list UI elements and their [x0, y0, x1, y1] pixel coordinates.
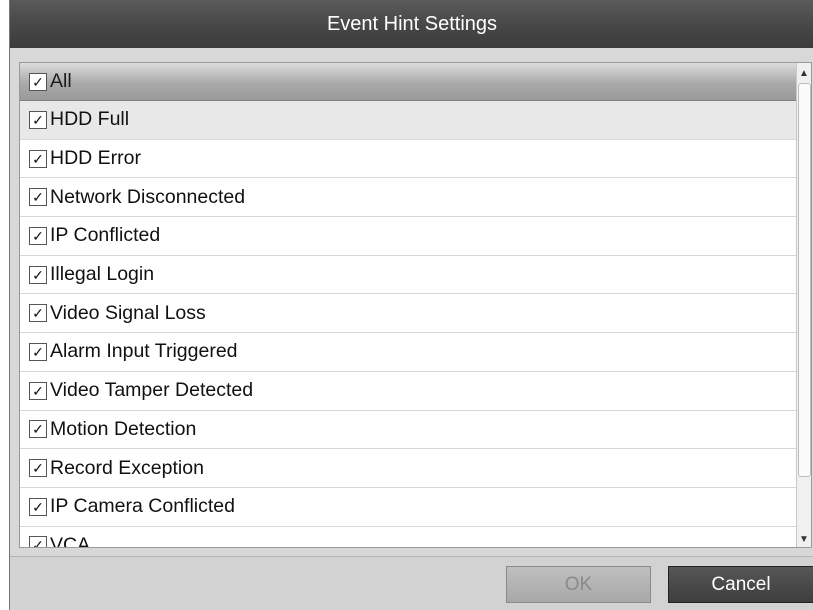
select-all-checkbox[interactable]: ✓	[29, 72, 47, 91]
dialog-footer: OK Cancel	[10, 556, 813, 610]
check-icon: ✓	[32, 382, 44, 399]
vertical-scrollbar[interactable]: ▲ ▼	[796, 63, 811, 547]
list-item-record-exception[interactable]: ✓ Record Exception	[20, 449, 797, 488]
list-item-hdd-full[interactable]: ✓ HDD Full	[20, 101, 797, 140]
check-icon: ✓	[32, 189, 44, 206]
checkbox[interactable]: ✓	[29, 342, 47, 361]
event-hint-dialog: Event Hint Settings ✓ All ✓ HDD Full ✓ H…	[9, 0, 813, 610]
list-item-label: HDD Full	[50, 108, 130, 131]
scroll-up-icon[interactable]: ▲	[797, 65, 811, 81]
checkbox[interactable]: ✓	[29, 381, 47, 400]
list-item-video-signal-loss[interactable]: ✓ Video Signal Loss	[20, 294, 797, 334]
checkbox[interactable]: ✓	[29, 420, 47, 439]
event-list[interactable]: ✓ All ✓ HDD Full ✓ HDD Error ✓ Network D…	[20, 63, 797, 547]
list-item-alarm-input-triggered[interactable]: ✓ Alarm Input Triggered	[20, 333, 797, 372]
select-all-row[interactable]: ✓ All	[20, 63, 797, 101]
list-item-label: Illegal Login	[50, 263, 155, 286]
list-item-ip-camera-conflicted[interactable]: ✓ IP Camera Conflicted	[20, 488, 797, 527]
ok-button[interactable]: OK	[506, 566, 651, 603]
check-icon: ✓	[32, 498, 44, 515]
checkbox[interactable]: ✓	[29, 304, 47, 323]
list-item-illegal-login[interactable]: ✓ Illegal Login	[20, 256, 797, 295]
list-item-video-tamper-detected[interactable]: ✓ Video Tamper Detected	[20, 372, 797, 411]
cancel-button[interactable]: Cancel	[668, 566, 813, 603]
scrollbar-thumb[interactable]	[798, 83, 811, 477]
check-icon: ✓	[32, 150, 44, 167]
event-list-frame: ✓ All ✓ HDD Full ✓ HDD Error ✓ Network D…	[19, 62, 812, 548]
dialog-title: Event Hint Settings	[10, 0, 813, 48]
list-item-label: IP Camera Conflicted	[50, 495, 235, 518]
checkbox[interactable]: ✓	[29, 149, 47, 168]
checkbox[interactable]: ✓	[29, 265, 47, 284]
check-icon: ✓	[32, 460, 44, 477]
check-icon: ✓	[32, 537, 44, 547]
list-item-label: Alarm Input Triggered	[50, 340, 238, 363]
select-all-label: All	[50, 70, 72, 92]
list-item-label: Motion Detection	[50, 417, 197, 440]
checkbox[interactable]: ✓	[29, 497, 47, 516]
check-icon: ✓	[32, 227, 44, 244]
check-icon: ✓	[32, 421, 44, 438]
list-item-label: Network Disconnected	[50, 185, 246, 208]
list-item-label: IP Conflicted	[50, 224, 161, 247]
check-icon: ✓	[32, 111, 44, 128]
list-item-network-disconnected[interactable]: ✓ Network Disconnected	[20, 178, 797, 218]
list-item-label: HDD Error	[50, 147, 141, 170]
list-item-ip-conflicted[interactable]: ✓ IP Conflicted	[20, 217, 797, 256]
checkbox[interactable]: ✓	[29, 226, 47, 245]
checkbox[interactable]: ✓	[29, 459, 47, 478]
check-icon: ✓	[32, 266, 44, 283]
list-item-vca[interactable]: ✓ VCA	[20, 527, 797, 547]
list-item-label: Record Exception	[50, 456, 204, 479]
list-item-hdd-error[interactable]: ✓ HDD Error	[20, 140, 797, 179]
list-item-motion-detection[interactable]: ✓ Motion Detection	[20, 411, 797, 450]
check-icon: ✓	[32, 73, 44, 90]
check-icon: ✓	[32, 305, 44, 322]
checkbox[interactable]: ✓	[29, 110, 47, 129]
scroll-down-icon[interactable]: ▼	[797, 531, 811, 547]
checkbox[interactable]: ✓	[29, 188, 47, 207]
list-item-label: Video Signal Loss	[50, 301, 206, 324]
checkbox[interactable]: ✓	[29, 536, 47, 547]
list-item-label: Video Tamper Detected	[50, 379, 254, 402]
check-icon: ✓	[32, 343, 44, 360]
list-item-label: VCA	[50, 533, 91, 547]
